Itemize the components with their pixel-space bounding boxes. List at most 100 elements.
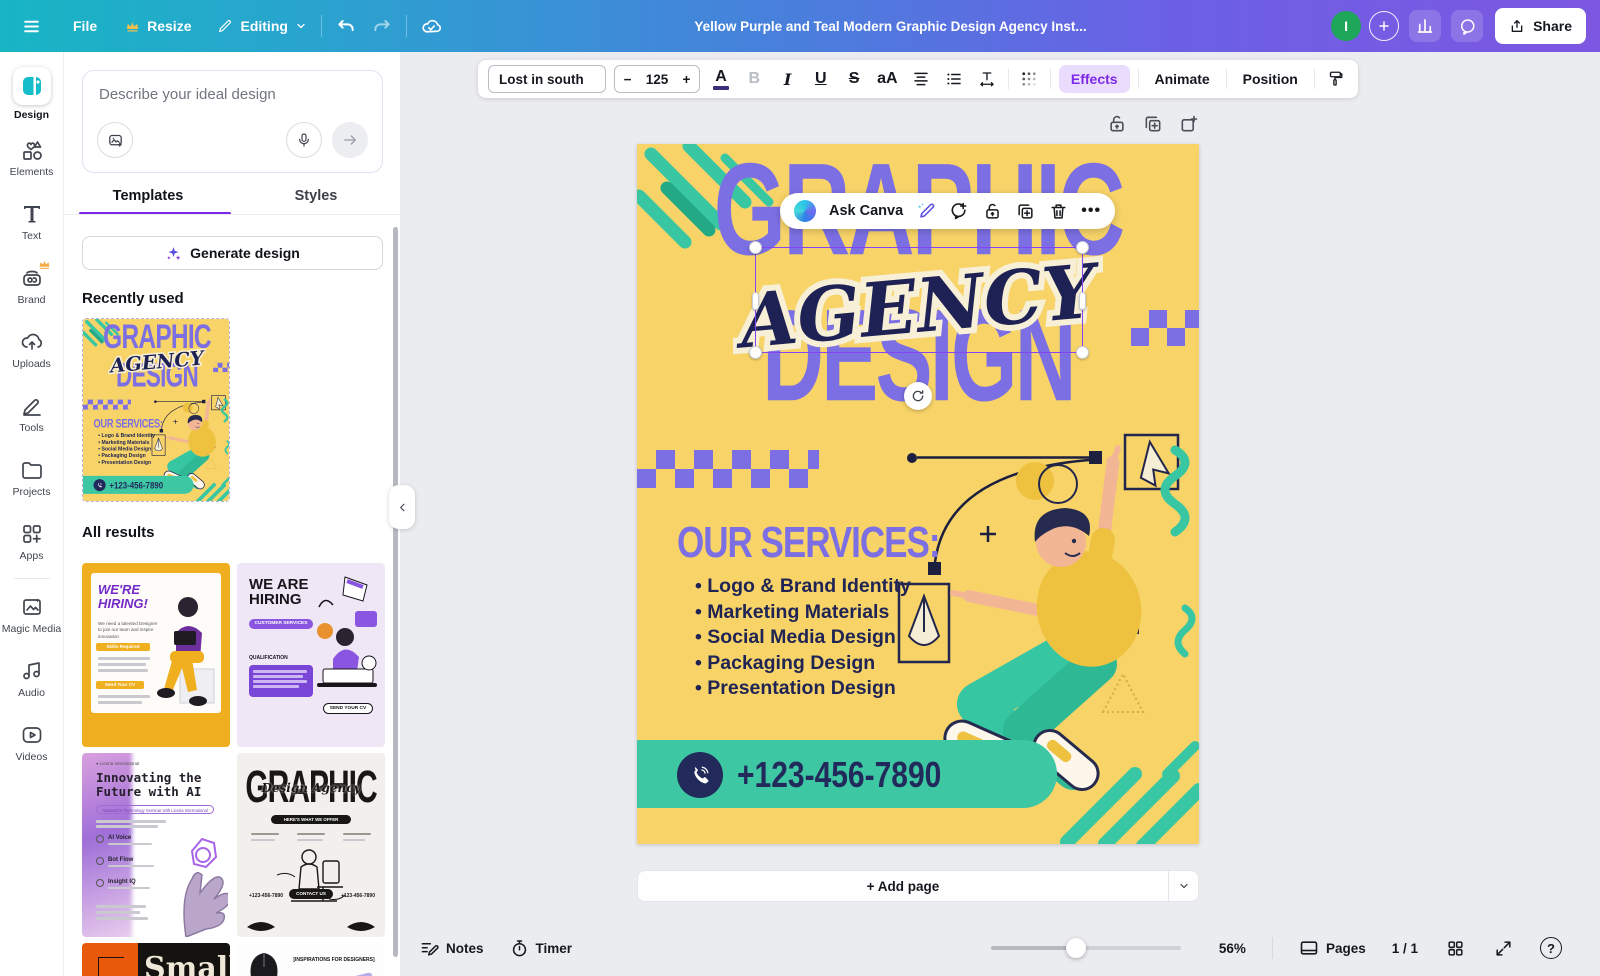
add-page-icon[interactable] — [1179, 114, 1199, 134]
underline-button[interactable]: U — [808, 65, 833, 93]
strikethrough-button[interactable]: S — [841, 65, 866, 93]
comments-button[interactable] — [1451, 10, 1483, 42]
transparency-button[interactable] — [1017, 65, 1042, 93]
share-button[interactable]: Share — [1495, 8, 1586, 44]
undo-button[interactable] — [328, 10, 364, 42]
sidebar-item-apps[interactable]: Apps — [0, 510, 64, 574]
add-comment-button[interactable] — [949, 201, 969, 221]
template-thumbnail-recent[interactable]: GRAPHIC DESIGN AGENCY — [82, 318, 230, 502]
sidebar-item-audio[interactable]: Audio — [0, 647, 64, 711]
design-title[interactable]: Yellow Purple and Teal Modern Graphic De… — [694, 19, 1086, 34]
audio-icon — [20, 659, 44, 683]
poster-services-heading[interactable]: OUR SERVICES: — [677, 518, 940, 568]
animate-button[interactable]: Animate — [1146, 71, 1217, 87]
selection-handle-right[interactable] — [1079, 292, 1086, 310]
lock-element-button[interactable] — [982, 201, 1002, 221]
sidebar-item-projects[interactable]: Projects — [0, 446, 64, 510]
thumb-title: Small — [144, 951, 230, 976]
ask-canva-button[interactable]: Ask Canva — [829, 203, 903, 219]
thumb-bullet-circle — [96, 857, 104, 865]
apps-icon — [20, 522, 44, 546]
zoom-slider-thumb[interactable] — [1066, 938, 1086, 958]
redo-button[interactable] — [364, 10, 400, 42]
pages-button[interactable]: Pages — [1299, 938, 1366, 958]
bold-button[interactable]: B — [742, 65, 767, 93]
magic-edit-button[interactable] — [916, 201, 936, 221]
template-thumbnail-inspirations[interactable]: [INSPIRATIONS FOR DESIGNERS] — [237, 943, 385, 976]
thumb-cta: SEND YOUR CV — [323, 703, 373, 714]
template-thumbnail-were-hiring[interactable]: WE'RE HIRING! We need a talented Designe… — [82, 563, 230, 747]
sidebar-item-magic-media[interactable]: Magic Media — [0, 583, 64, 647]
sidebar-item-text[interactable]: Text — [0, 190, 64, 254]
submit-prompt-button[interactable] — [332, 122, 368, 158]
selection-handle-bottom-right[interactable] — [1076, 346, 1089, 359]
text-case-button[interactable]: aA — [875, 65, 900, 93]
sidebar-item-design[interactable]: Design — [0, 62, 64, 126]
sidebar-item-brand[interactable]: Brand — [0, 254, 64, 318]
grid-view-button[interactable] — [1444, 937, 1466, 959]
help-button[interactable]: ? — [1540, 937, 1562, 959]
timer-button[interactable]: Timer — [510, 939, 573, 958]
font-family-selector[interactable]: Lost in south — [488, 65, 606, 93]
add-page-button[interactable]: + Add page — [638, 871, 1168, 901]
alignment-button[interactable] — [908, 65, 933, 93]
sidebar-item-tools[interactable]: Tools — [0, 382, 64, 446]
template-thumbnail-we-are-hiring[interactable]: WE ARE HIRING CUSTOMER SERVICES QUALIFIC… — [237, 563, 385, 747]
add-page-options-button[interactable] — [1168, 871, 1198, 901]
tab-templates[interactable]: Templates — [64, 182, 232, 214]
editing-mode-dropdown[interactable]: Editing — [209, 12, 314, 40]
font-size-decrease[interactable]: − — [624, 72, 632, 87]
panel-collapse-button[interactable] — [389, 485, 415, 529]
tab-styles[interactable]: Styles — [232, 182, 400, 214]
selection-handle-top-left[interactable] — [749, 241, 762, 254]
template-thumbnail-ai-seminar[interactable]: ● Liceria International Innovating the F… — [82, 753, 230, 937]
lock-icon[interactable] — [1107, 114, 1127, 134]
effects-button[interactable]: Effects — [1059, 65, 1130, 93]
duplicate-page-icon[interactable] — [1143, 114, 1163, 134]
add-member-button[interactable] — [1369, 11, 1399, 41]
italic-button[interactable]: I — [775, 65, 800, 93]
zoom-level[interactable]: 56% — [1219, 941, 1246, 956]
text-icon — [20, 202, 44, 226]
zoom-slider[interactable] — [991, 946, 1181, 950]
more-options-button[interactable]: ••• — [1081, 201, 1101, 221]
selection-handle-left[interactable] — [752, 292, 759, 310]
poster-services-list: Logo & Brand Identity Marketing Material… — [98, 432, 155, 466]
design-prompt-card[interactable]: Describe your ideal design — [82, 70, 383, 173]
design-page[interactable]: GRAPHIC DESIGN AGENCY — [637, 144, 1199, 844]
fullscreen-button[interactable] — [1492, 937, 1514, 959]
template-thumbnail-small[interactable]: Small — [82, 943, 230, 976]
resize-button[interactable]: Resize — [117, 12, 199, 40]
poster-services-list[interactable]: Logo & Brand Identity Marketing Material… — [695, 574, 911, 702]
file-menu[interactable]: File — [65, 12, 105, 40]
generate-design-button[interactable]: Generate design — [82, 236, 383, 270]
text-color-button[interactable]: A — [708, 65, 733, 93]
font-size-value[interactable]: 125 — [646, 72, 669, 87]
selection-handle-bottom-left[interactable] — [749, 346, 762, 359]
notes-button[interactable]: Notes — [420, 939, 484, 958]
main-menu-button[interactable] — [14, 11, 49, 42]
sidebar-item-uploads[interactable]: Uploads — [0, 318, 64, 382]
font-size-increase[interactable]: + — [683, 72, 691, 87]
sidebar-item-elements[interactable]: Elements — [0, 126, 64, 190]
position-button[interactable]: Position — [1235, 71, 1306, 87]
add-image-button[interactable] — [97, 122, 133, 158]
insights-button[interactable] — [1409, 10, 1441, 42]
save-status-button[interactable] — [413, 10, 450, 43]
panel-scrollbar[interactable] — [393, 227, 398, 957]
copy-style-button[interactable] — [1323, 65, 1348, 93]
template-thumbnail-bw-agency[interactable]: GRAPHIC Design Agency HERE'S WHAT WE OFF… — [237, 753, 385, 937]
thumb-item: Bot Flow — [108, 857, 133, 863]
voice-input-button[interactable] — [286, 122, 322, 158]
spacing-button[interactable] — [975, 65, 1000, 93]
list-button[interactable] — [941, 65, 966, 93]
phone-icon — [94, 479, 106, 491]
prompt-input[interactable]: Describe your ideal design — [99, 86, 276, 103]
selection-handle-top-right[interactable] — [1076, 241, 1089, 254]
duplicate-element-button[interactable] — [1015, 201, 1035, 221]
avatar[interactable]: I — [1331, 11, 1361, 41]
sidebar-item-videos[interactable]: Videos — [0, 711, 64, 775]
poster-phone-number[interactable]: +123-456-7890 — [737, 756, 941, 797]
rotate-handle[interactable] — [904, 382, 932, 410]
delete-element-button[interactable] — [1048, 201, 1068, 221]
